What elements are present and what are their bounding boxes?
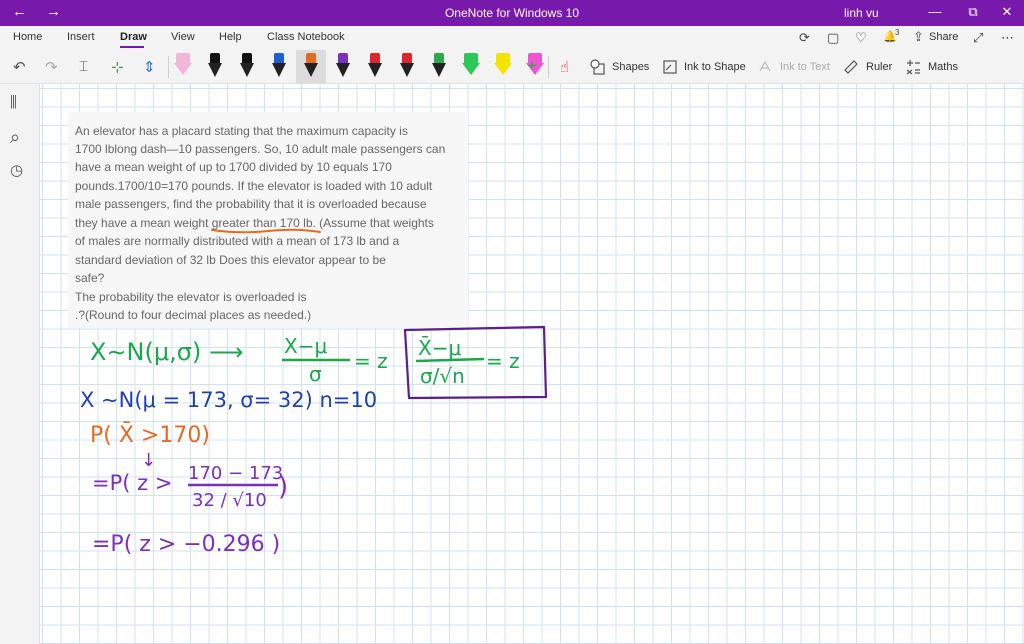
ink-layer: X∼N(μ,σ) ⟶ X−μ σ = z X̄−μ σ/√n = z X ∼N(… [80, 228, 548, 557]
ink-equals-z: = z [486, 349, 520, 373]
ink-final-step: =P( z > −0.296 ) [92, 532, 280, 557]
ink-fraction-denominator: 32 / √10 [192, 490, 267, 511]
ink-model-statement: X∼N(μ,σ) ⟶ [90, 338, 243, 366]
ink-equals-z: = z [354, 349, 388, 373]
ink-fraction-numerator: 170 − 173 [188, 463, 283, 484]
ink-fraction-denominator: σ/√n [420, 364, 465, 388]
ink-fraction-denominator: σ [309, 362, 322, 386]
ink-arrow: ↓ [141, 450, 156, 471]
ink-probability-statement: P( X̄ >170) [90, 422, 210, 448]
ink-close-paren: ) [278, 472, 288, 502]
ink-parameters: X ∼N(μ = 173, σ= 32) n=10 [80, 388, 377, 412]
ink-step-standardize: =P( z > [92, 471, 172, 495]
ink-underline [211, 228, 321, 234]
ink-fraction-numerator: X̄−μ [418, 335, 461, 360]
ink-fraction-numerator: X−μ [284, 334, 327, 358]
